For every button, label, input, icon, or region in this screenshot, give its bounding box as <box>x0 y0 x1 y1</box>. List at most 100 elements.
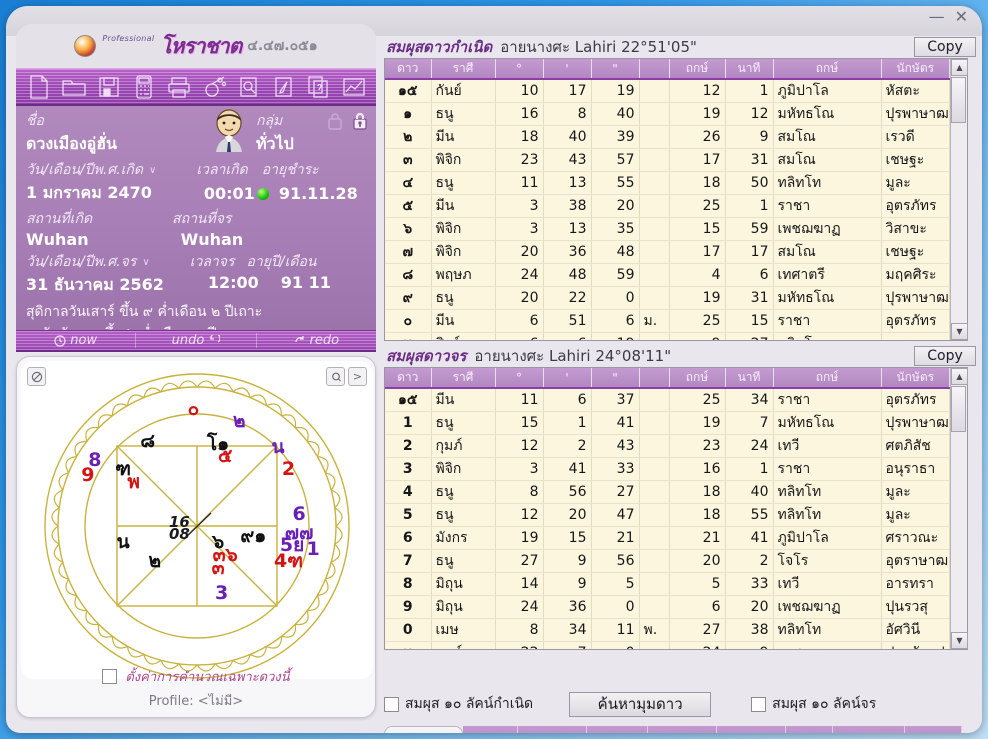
birthplace-value[interactable]: Wuhan <box>26 230 89 249</box>
transittime-value[interactable]: 12:00 <box>208 273 259 298</box>
chevron-down-icon[interactable]: ∨ <box>143 165 162 176</box>
transit-col-5[interactable] <box>639 368 670 389</box>
transit-col-1[interactable]: ราศี <box>431 368 496 389</box>
transit-scroll-thumb[interactable] <box>951 386 966 432</box>
table-row[interactable]: 4 ธนู 8 56 27 18 40 ทลิทโท มูละ <box>385 480 950 504</box>
table-row[interactable]: ๘พฤษภ 24 48 59 4 6 เทศาตรี มฤคศิระ <box>385 263 950 287</box>
chart-graph-icon[interactable] <box>337 72 370 102</box>
tab-4[interactable]: ๑๐ ลัคน์ <box>648 726 718 733</box>
transit-col-0[interactable]: ดาว <box>385 368 432 389</box>
birthdate-value[interactable]: 1 มกราคม 2470 <box>26 181 152 206</box>
natal-col-4[interactable]: " <box>591 59 640 80</box>
table-row[interactable]: 1 ธนู 15 1 41 19 7 มหัทธโณ ปุรพาษาฒ <box>385 411 950 435</box>
search-magnifier-icon[interactable] <box>232 72 265 102</box>
edit-pencil-icon[interactable] <box>267 72 300 102</box>
table-row[interactable]: 0 เมษ 8 34 11 พ. 27 38 ทลิทโท อัศวินี <box>385 618 950 642</box>
table-row[interactable]: 6 มังกร 19 15 21 21 41 ภูมิปาโล ศราวณะ <box>385 526 950 550</box>
transit-col-6[interactable]: ถกษ์ <box>669 368 726 389</box>
no-circle-icon[interactable] <box>27 367 46 386</box>
next-arrow-icon[interactable]: > <box>348 367 367 386</box>
horoscope-wheel[interactable]: ๐๒๘โ๑๕น89ฑพ26น๒๖๙๑๗๗๓๖5ย14ฑ๓3 16/08 1608… <box>21 361 373 679</box>
table-row[interactable]: ๑ธนู 16 8 40 19 12 มหัทธโณ ปุรพาษาฒ <box>385 102 950 126</box>
tab-0[interactable]: สมผุสดาว <box>384 726 464 733</box>
open-folder-icon[interactable] <box>57 72 90 102</box>
transit-col-8[interactable]: ถกษ์ <box>773 368 882 389</box>
natal-col-7[interactable]: นาที <box>725 59 774 80</box>
transitplace-value[interactable]: Wuhan <box>181 230 244 249</box>
table-row[interactable]: ๑๕ กันย์ 10 17 19 12 1 ภูมิปาโล หัสตะ <box>385 79 950 103</box>
table-row[interactable]: 3 พิจิก 3 41 33 16 1 ราชา อนุราธา <box>385 457 950 481</box>
lock-icon[interactable] <box>350 110 370 132</box>
table-row[interactable]: ๙ธนู 20 22 0 19 31 มหัทธโณ ปุรพาษาฒ <box>385 286 950 310</box>
minimize-button[interactable]: — <box>929 8 945 26</box>
transitdate-value[interactable]: 31 ธันวาคม 2562 <box>26 273 164 298</box>
tab-6[interactable]: ถกษ์ <box>785 726 834 733</box>
transit-grid[interactable]: ดาว ราศี ° ' " ถกษ์ นาที ถกษ์ นักษัตร ๑๕ มีน 11 6 37… <box>384 367 968 650</box>
table-row[interactable]: 7 ธนู 27 9 56 20 2 โจโร อุตราษาฒ <box>385 549 950 573</box>
natal-col-0[interactable]: ดาว <box>385 59 432 80</box>
undo-button[interactable]: undo <box>135 333 255 348</box>
find-angle-button[interactable]: ค้นหามุมดาว <box>569 691 712 717</box>
redo-button[interactable]: redo <box>255 333 376 348</box>
transit-scroll-down-icon[interactable]: ▼ <box>951 632 968 649</box>
tab-2[interactable]: ตรียางค์ <box>518 726 587 733</box>
table-row[interactable]: ๓พิจิก 23 43 57 17 31 สมโณ เชษฐะ <box>385 148 950 172</box>
table-row[interactable]: ๕มีน 3 38 20 25 1 ราชา อุตรภัทร <box>385 194 950 218</box>
natal-copy-button[interactable]: Copy <box>914 37 976 57</box>
unlock-icon[interactable] <box>325 110 345 132</box>
table-row[interactable]: ๗พิจิก 20 36 48 17 17 สมโณ เชษฐะ <box>385 240 950 264</box>
natal-col-8[interactable]: ถกษ์ <box>773 59 882 80</box>
tab-7[interactable]: อันทภาส <box>833 726 906 733</box>
tab-3[interactable]: นวางค์ <box>586 726 649 733</box>
transit-scroll-up-icon[interactable]: ▲ <box>951 368 968 385</box>
natal-col-1[interactable]: ราศี <box>431 59 496 80</box>
group-value[interactable]: ทั่วไป <box>256 132 294 157</box>
transit-col-2[interactable]: ° <box>495 368 544 389</box>
transit-col-4[interactable]: " <box>591 368 640 389</box>
printer-icon[interactable] <box>162 72 195 102</box>
natal-col-5[interactable] <box>639 59 670 80</box>
tab-8[interactable]: บันทึก <box>905 726 962 733</box>
tab-5[interactable]: ดวงยาม <box>717 726 786 733</box>
natal-col-9[interactable]: นักษัตร <box>881 59 950 80</box>
tab-1[interactable]: ทักษา <box>463 726 519 733</box>
table-row[interactable]: ๖พิจิก 3 13 35 15 59 เพชฌฆาฏ วิสาขะ <box>385 217 950 241</box>
natal-scrollbar[interactable]: ▲ ▼ <box>950 59 968 340</box>
table-row[interactable]: นสิงห์6619พ.927ทลิทโทมาฆะ <box>385 332 950 340</box>
transit-scrollbar[interactable]: ▲ ▼ <box>950 368 968 649</box>
table-row[interactable]: นกุมภ์2270ม.249เพชฌฆาฏปูราภัทรปท <box>385 641 950 649</box>
now-button[interactable]: now <box>16 333 135 348</box>
table-row[interactable]: 9 มิถุน 24 36 0 6 20 เพชฌฆาฏ ปุนรวสุ <box>385 595 950 619</box>
table-row[interactable]: 5 ธนู 12 20 47 18 55 ทลิทโท มูละ <box>385 503 950 527</box>
magnify-icon[interactable] <box>326 367 345 386</box>
natal-col-6[interactable]: ถกษ์ <box>669 59 726 80</box>
save-disk-icon[interactable] <box>92 72 125 102</box>
close-button[interactable]: ✕ <box>955 8 968 26</box>
chart-settings-checkbox[interactable] <box>102 669 118 684</box>
table-row[interactable]: ๒มีน 18 40 39 26 9 สมโณ เรวดี <box>385 125 950 149</box>
table-row[interactable]: ๑๕ มีน 11 6 37 25 34 ราชา อุตรภัทร <box>385 388 950 412</box>
name-value[interactable]: ดวงเมืองอู่ฮั่น <box>26 132 366 157</box>
table-row[interactable]: ๐มีน 6 51 6 ม. 25 15 ราชา อุตรภัทร <box>385 309 950 333</box>
transit-col-9[interactable]: นักษัตร <box>881 368 950 389</box>
birthtime-value[interactable]: 00:01 <box>204 184 255 203</box>
natal-scroll-thumb[interactable] <box>951 77 966 123</box>
natal-scroll-down-icon[interactable]: ▼ <box>951 323 968 340</box>
natal-scroll-up-icon[interactable]: ▲ <box>951 59 968 76</box>
transit-col-7[interactable]: นาที <box>725 368 774 389</box>
transit-copy-button[interactable]: Copy <box>914 346 976 366</box>
new-document-icon[interactable] <box>22 72 55 102</box>
help-question-icon[interactable] <box>302 72 335 102</box>
chevron-down-icon-2[interactable]: ∨ <box>136 257 155 268</box>
calculator-icon[interactable] <box>127 72 160 102</box>
natal-grid[interactable]: ดาว ราศี ° ' " ถกษ์ นาที ถกษ์ นักษัตร ๑๕ กันย์ 10 1… <box>384 58 968 341</box>
planet-orbit-icon[interactable] <box>197 72 230 102</box>
table-row[interactable]: 2 กุมภ์ 12 2 43 23 24 เทวี ศตภิสัช <box>385 434 950 458</box>
transit-col-3[interactable]: ' <box>543 368 592 389</box>
table-row[interactable]: 8 มิถุน 14 9 5 5 33 เทวี อารทรา <box>385 572 950 596</box>
natal-col-3[interactable]: ' <box>543 59 592 80</box>
natal-col-2[interactable]: ° <box>495 59 544 80</box>
natal-ascendant-checkbox[interactable] <box>384 696 399 712</box>
table-row[interactable]: ๔ธนู 11 13 55 18 50 ทลิทโท มูละ <box>385 171 950 195</box>
transit-ascendant-checkbox[interactable] <box>751 696 767 712</box>
